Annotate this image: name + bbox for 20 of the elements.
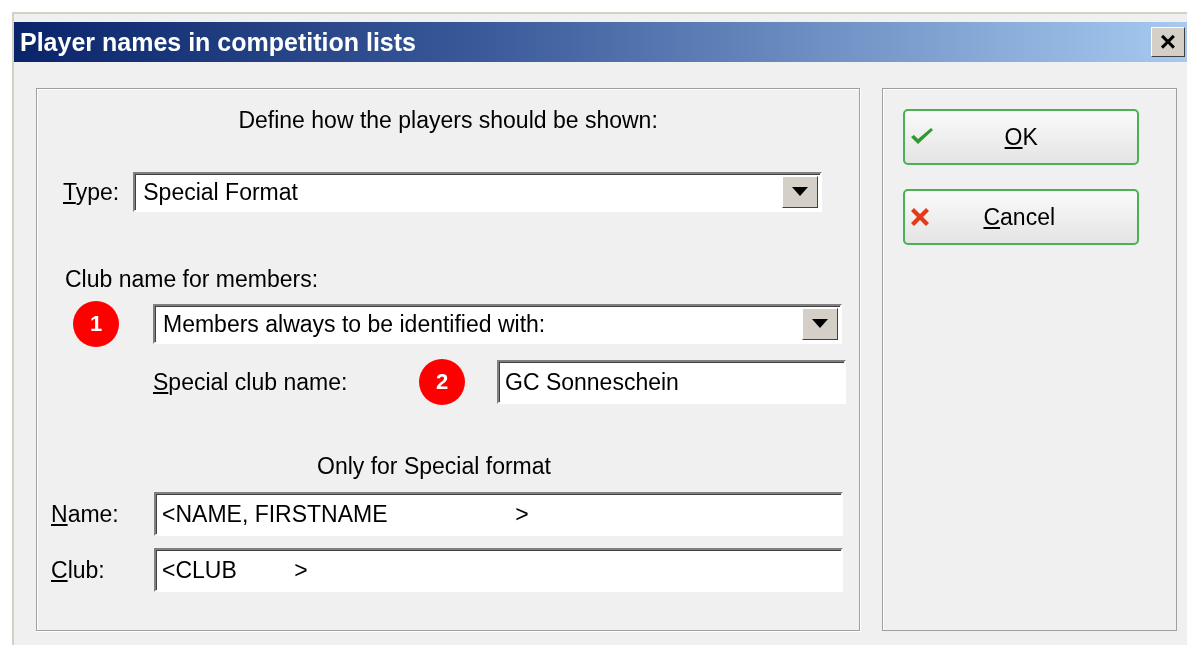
club-name-dropdown[interactable]: Members always to be identified with: [153,304,842,344]
window-title: Player names in competition lists [19,27,416,57]
cross-icon [909,206,932,228]
close-button[interactable]: × [1151,27,1185,57]
ok-button[interactable]: OK [903,109,1140,165]
cancel-button[interactable]: Cancel [903,189,1140,245]
format-field[interactable]: <NAME, FIRSTNAME > [154,492,843,536]
number-badge: 1 [73,301,119,347]
number-badge: 2 [419,359,465,405]
type-label: Type: [63,178,120,206]
special-club-name-field[interactable]: GC Sonneschein [497,360,846,404]
field-label: Club: [51,556,106,584]
field-label: Name: [51,500,120,528]
format-field[interactable]: <CLUB > [154,548,843,592]
club-name-label: Club name for members: [65,266,320,293]
section-label: Only for Special format [317,453,552,480]
special-club-name-label: Special club name: [153,368,349,396]
type-dropdown[interactable]: Special Format [133,172,823,212]
instruction-text: Define how the players should be shown: [238,107,658,134]
checkmark-icon [909,127,936,147]
